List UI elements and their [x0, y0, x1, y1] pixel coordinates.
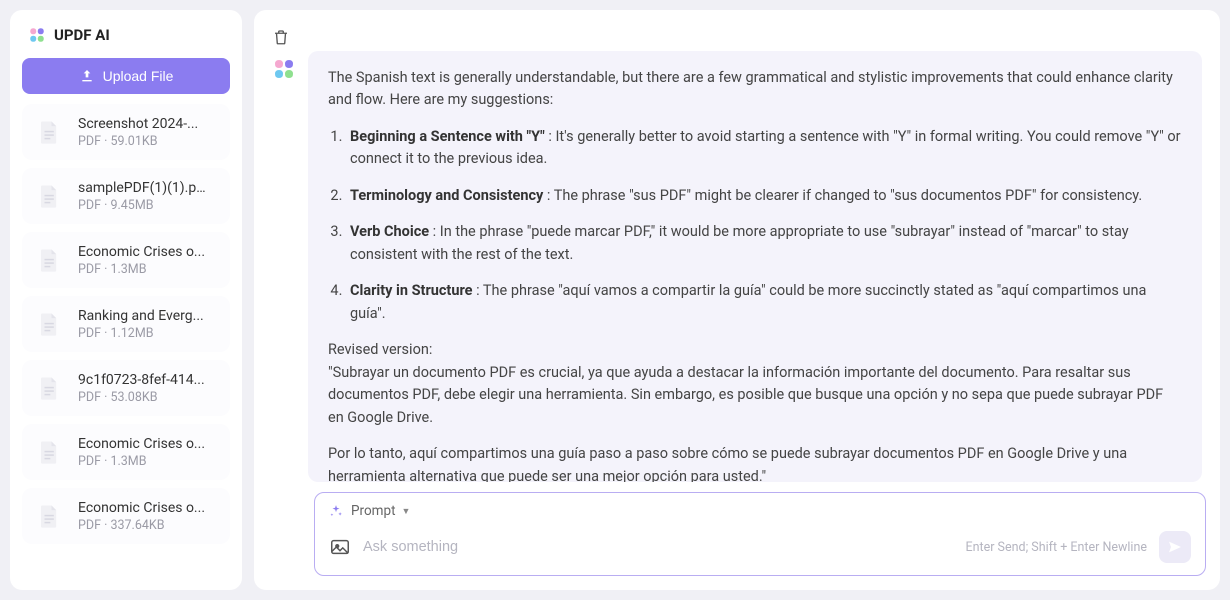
brand: UPDF AI: [22, 22, 230, 48]
message-intro: The Spanish text is generally understand…: [328, 67, 1182, 112]
file-meta: PDF · 1.3MB: [78, 454, 205, 469]
list-item: Terminology and Consistency : The phrase…: [346, 185, 1182, 207]
message-points: Beginning a Sentence with "Y" : It's gen…: [328, 126, 1182, 325]
list-item: Clarity in Structure : The phrase "aquí …: [346, 280, 1182, 325]
file-icon: [30, 434, 66, 470]
file-icon: [30, 370, 66, 406]
file-name: Ranking and Everg...: [78, 308, 204, 324]
file-meta: PDF · 9.45MB: [78, 198, 208, 213]
file-name: Economic Crises o...: [78, 500, 205, 516]
upload-icon: [79, 68, 95, 84]
revised-block-2: Por lo tanto, aquí compartimos una guía …: [328, 443, 1182, 482]
assistant-message: The Spanish text is generally understand…: [308, 51, 1202, 482]
list-item: Verb Choice : In the phrase "puede marca…: [346, 221, 1182, 266]
prompt-selector[interactable]: Prompt ▼: [329, 503, 1191, 519]
send-button[interactable]: [1159, 531, 1191, 563]
main-panel: The Spanish text is generally understand…: [254, 10, 1220, 590]
file-item[interactable]: Screenshot 2024-... PDF · 59.01KB: [22, 104, 230, 160]
input-hint: Enter Send; Shift + Enter Newline: [966, 540, 1148, 555]
file-name: Screenshot 2024-...: [78, 116, 198, 132]
file-list: Screenshot 2024-... PDF · 59.01KB sample…: [22, 104, 230, 544]
input-row: Enter Send; Shift + Enter Newline: [329, 531, 1191, 563]
input-zone: Prompt ▼ Enter Send; Shift + Enter Newli…: [314, 492, 1206, 576]
file-icon: [30, 306, 66, 342]
file-item[interactable]: Economic Crises o... PDF · 337.64KB: [22, 488, 230, 544]
file-name: 9c1f0723-8fef-414...: [78, 372, 205, 388]
file-meta: PDF · 59.01KB: [78, 134, 198, 149]
chat-input[interactable]: [363, 539, 954, 555]
file-icon: [30, 114, 66, 150]
upload-file-button[interactable]: Upload File: [22, 58, 230, 94]
prompt-label: Prompt: [351, 503, 396, 519]
upload-label: Upload File: [103, 68, 174, 84]
file-meta: PDF · 53.08KB: [78, 390, 205, 405]
file-item[interactable]: samplePDF(1)(1).pdf PDF · 9.45MB: [22, 168, 230, 224]
file-name: samplePDF(1)(1).pdf: [78, 180, 208, 196]
bot-avatar-icon: [272, 57, 296, 81]
file-icon: [30, 242, 66, 278]
file-meta: PDF · 337.64KB: [78, 518, 205, 533]
image-attach-icon[interactable]: [329, 536, 351, 558]
topbar: [272, 24, 1206, 51]
chevron-down-icon: ▼: [402, 506, 411, 517]
file-item[interactable]: Ranking and Everg... PDF · 1.12MB: [22, 296, 230, 352]
sparkle-icon: [329, 504, 343, 518]
file-item[interactable]: 9c1f0723-8fef-414... PDF · 53.08KB: [22, 360, 230, 416]
file-name: Economic Crises o...: [78, 244, 205, 260]
chat-area: The Spanish text is generally understand…: [272, 51, 1206, 482]
file-name: Economic Crises o...: [78, 436, 205, 452]
sidebar: UPDF AI Upload File Screenshot 2024-... …: [10, 10, 242, 590]
brand-logo-icon: [28, 26, 46, 44]
file-item[interactable]: Economic Crises o... PDF · 1.3MB: [22, 424, 230, 480]
file-meta: PDF · 1.12MB: [78, 326, 204, 341]
file-icon: [30, 498, 66, 534]
file-meta: PDF · 1.3MB: [78, 262, 205, 277]
delete-button[interactable]: [270, 26, 292, 51]
list-item: Beginning a Sentence with "Y" : It's gen…: [346, 126, 1182, 171]
file-item[interactable]: Economic Crises o... PDF · 1.3MB: [22, 232, 230, 288]
brand-title: UPDF AI: [54, 26, 110, 44]
file-icon: [30, 178, 66, 214]
revised-block: Revised version:"Subrayar un documento P…: [328, 339, 1182, 429]
